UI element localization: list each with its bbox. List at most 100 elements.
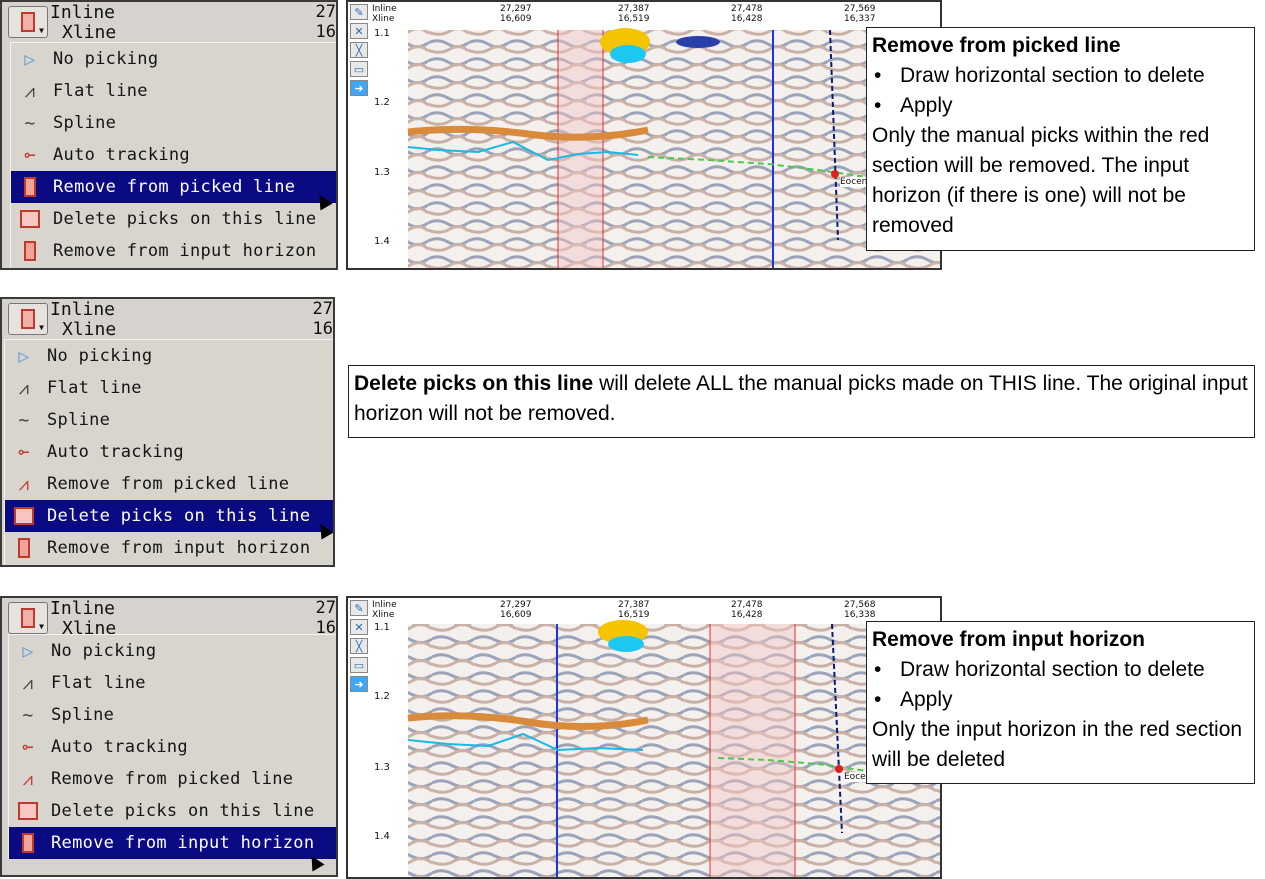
time-tick: 1.4 [374, 831, 390, 842]
picking-menu-list: ▷ No picking ⩘ Flat line ∼ Spline ⟜ Auto tra… [10, 42, 336, 268]
menu-item-auto-tracking[interactable]: ⟜ Auto tracking [11, 139, 336, 171]
inline-label: Inline [50, 299, 116, 320]
menu-item-label: Spline [53, 113, 117, 133]
inline-value: 27 [315, 598, 336, 618]
menu-item-label: Remove from picked line [47, 474, 290, 494]
remove-tool-icon [21, 608, 35, 628]
picking-menu-list: ▷ No picking ⩘ Flat line ∼ Spline ⟜ Auto tra… [4, 339, 333, 565]
arrow-tool-icon[interactable]: ➜ [350, 80, 368, 96]
auto-tracking-icon: ⟜ [22, 736, 34, 758]
menu-item-label: Auto tracking [53, 145, 190, 165]
arrow-tool-icon[interactable]: ➜ [350, 676, 368, 692]
cross-tool-icon[interactable]: ✕ [350, 619, 368, 635]
picking-mode-button[interactable]: ▼ [8, 6, 48, 38]
column-header: 27,569 16,337 [844, 4, 876, 24]
inline-value: 27 [312, 299, 333, 319]
dropdown-caret-icon: ▼ [39, 622, 44, 631]
auto-tracking-icon: ⟜ [24, 144, 36, 166]
menu-item-spline[interactable]: ∼ Spline [11, 107, 336, 139]
edit-tool-icon[interactable]: ✎ [350, 600, 368, 616]
rectangle-tool-icon[interactable]: ▭ [350, 657, 368, 673]
pointer-icon: ▷ [24, 48, 36, 70]
delete-picks-icon [17, 206, 43, 232]
column-header: 27,297 16,609 [500, 600, 532, 620]
menu-header: ▼ Inline Xline 27 16 [2, 598, 336, 639]
xline-label: Xline [62, 319, 117, 340]
dropdown-caret-icon: ▼ [39, 323, 44, 332]
menu-item-flat-line[interactable]: ⩘ Flat line [11, 75, 336, 107]
spline-icon: ∼ [22, 704, 34, 726]
note-bullet: Draw horizontal section to delete [872, 61, 1249, 91]
menu-item-auto-tracking[interactable]: ⟜ Auto tracking [9, 731, 336, 763]
note-body: Only the input horizon in the red sectio… [872, 718, 1243, 771]
menu-item-label: Remove from input horizon [47, 538, 311, 558]
xline-label: Xline [62, 22, 117, 43]
pointer-icon: ▷ [22, 640, 34, 662]
note-title: Delete picks on this line [354, 372, 594, 395]
menu-item-remove-from-input-horizon[interactable]: Remove from input horizon [11, 235, 336, 267]
axis-header: Inline Xline [372, 600, 397, 620]
seismic-view-bottom[interactable]: ✎ ✕ ╳ ▭ ➜ Inline Xline 27,297 16,609 27,38… [346, 596, 942, 879]
remove-picked-icon: ⩘ [18, 473, 30, 495]
edit-tool-icon[interactable]: ✎ [350, 4, 368, 20]
menu-item-delete-picks[interactable]: Delete picks on this line [5, 500, 333, 532]
menu-item-no-picking[interactable]: ▷ No picking [9, 635, 336, 667]
seismic-toolbar: ✎ ✕ ╳ ▭ ➜ [350, 4, 370, 96]
line-tool-icon[interactable]: ╳ [350, 638, 368, 654]
menu-item-no-picking[interactable]: ▷ No picking [5, 340, 333, 372]
menu-item-label: No picking [53, 49, 159, 69]
flat-line-icon: ⩘ [22, 672, 34, 694]
time-tick: 1.1 [374, 28, 390, 39]
column-header: 27,297 16,609 [500, 4, 532, 24]
menu-item-flat-line[interactable]: ⩘ Flat line [5, 372, 333, 404]
seismic-section-top [407, 28, 940, 268]
time-tick: 1.2 [374, 691, 390, 702]
menu-item-label: Delete picks on this line [47, 506, 311, 526]
menu-item-delete-picks[interactable]: Delete picks on this line [11, 203, 336, 235]
note-body: Only the manual picks within the red sec… [872, 124, 1210, 237]
seismic-view-top[interactable]: ✎ ✕ ╳ ▭ ➜ Inline Xline 27,297 16,609 27,38… [346, 0, 942, 270]
menu-item-remove-from-picked-line[interactable]: ⩘ Remove from picked line [9, 763, 336, 795]
remove-tool-icon [21, 12, 35, 32]
menu-item-remove-from-input-horizon[interactable]: Remove from input horizon [9, 827, 336, 859]
picking-menu-list: ▷ No picking ⩘ Flat line ∼ Spline ⟜ Auto tra… [8, 634, 336, 859]
menu-item-delete-picks[interactable]: Delete picks on this line [9, 795, 336, 827]
rectangle-tool-icon[interactable]: ▭ [350, 61, 368, 77]
menu-item-spline[interactable]: ∼ Spline [9, 699, 336, 731]
delete-picks-icon [11, 503, 37, 529]
menu-header: ▼ Inline Xline 27 16 [2, 2, 336, 43]
time-tick: 1.3 [374, 762, 390, 773]
dropdown-caret-icon: ▼ [39, 26, 44, 35]
note-delete-picks-on-this-line: Delete picks on this line will delete AL… [348, 365, 1255, 438]
spline-icon: ∼ [18, 409, 30, 431]
delete-picks-icon [15, 798, 41, 824]
note-bullet: Draw horizontal section to delete [872, 655, 1249, 685]
note-title: Remove from input horizon [872, 628, 1145, 651]
remove-input-icon [17, 238, 43, 264]
pointer-icon: ▷ [18, 345, 30, 367]
line-tool-icon[interactable]: ╳ [350, 42, 368, 58]
menu-item-flat-line[interactable]: ⩘ Flat line [9, 667, 336, 699]
seismic-section-bottom [407, 620, 940, 877]
column-header: 27,387 16,519 [618, 600, 650, 620]
remove-input-icon [15, 830, 41, 856]
menu-item-label: Delete picks on this line [53, 209, 317, 229]
menu-item-remove-from-input-horizon[interactable]: Remove from input horizon [5, 532, 333, 564]
spline-icon: ∼ [24, 112, 36, 134]
menu-item-label: Auto tracking [51, 737, 188, 757]
menu-item-label: Spline [51, 705, 115, 725]
xline-value: 16 [315, 22, 336, 42]
picking-mode-button[interactable]: ▼ [8, 602, 48, 634]
menu-item-auto-tracking[interactable]: ⟜ Auto tracking [5, 436, 333, 468]
menu-item-remove-from-picked-line[interactable]: Remove from picked line [11, 171, 336, 203]
picking-mode-button[interactable]: ▼ [8, 303, 48, 335]
time-tick: 1.4 [374, 236, 390, 247]
column-header: 27,568 16,338 [844, 600, 876, 620]
menu-item-label: Flat line [53, 81, 148, 101]
cross-tool-icon[interactable]: ✕ [350, 23, 368, 39]
menu-item-remove-from-picked-line[interactable]: ⩘ Remove from picked line [5, 468, 333, 500]
menu-item-label: Remove from input horizon [51, 833, 315, 853]
menu-item-no-picking[interactable]: ▷ No picking [11, 43, 336, 75]
menu-item-label: Remove from input horizon [53, 241, 317, 261]
menu-item-spline[interactable]: ∼ Spline [5, 404, 333, 436]
